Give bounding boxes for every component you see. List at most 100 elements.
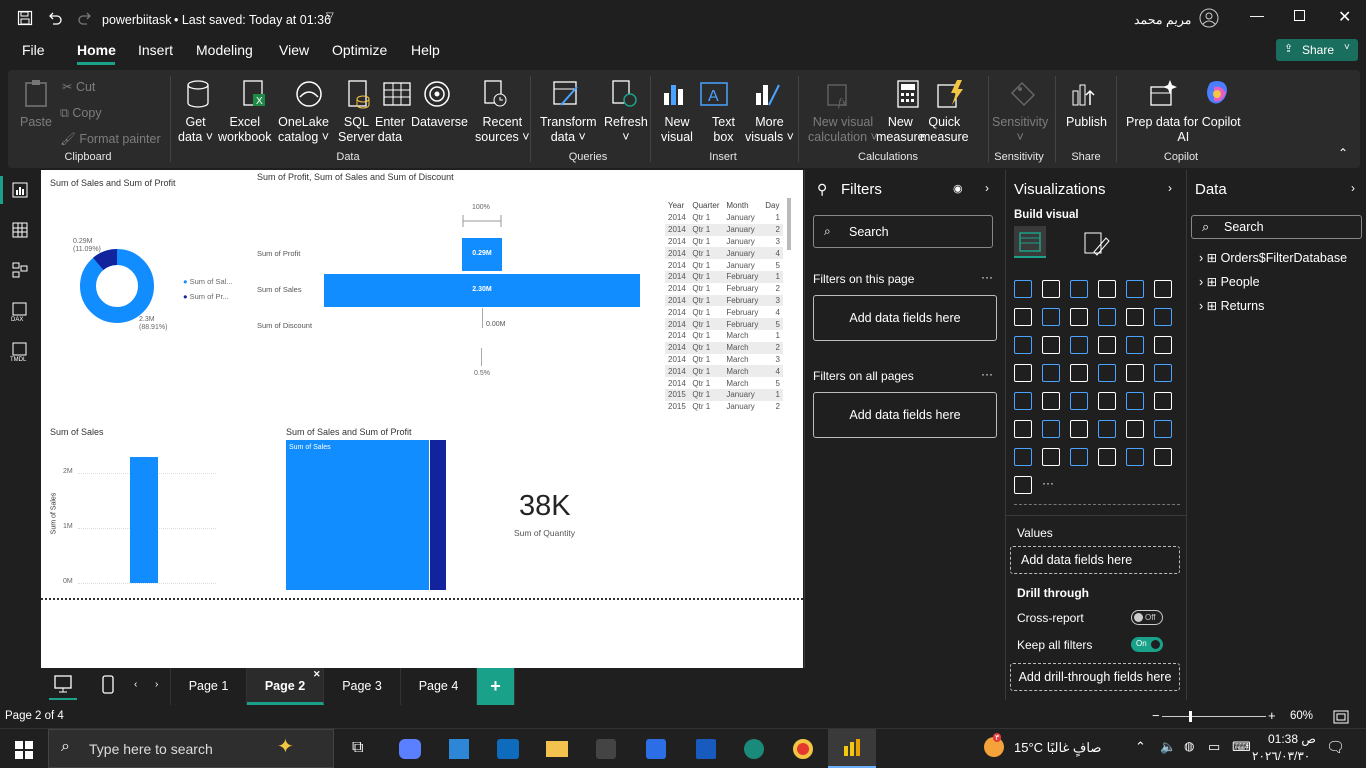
visual-type-icon[interactable] xyxy=(1070,280,1088,298)
avatar[interactable] xyxy=(1199,8,1219,28)
desktop-layout-button[interactable] xyxy=(49,673,77,700)
model-view-icon[interactable] xyxy=(12,262,28,278)
visual-type-icon[interactable] xyxy=(1070,420,1088,438)
visual-type-icon[interactable] xyxy=(1098,308,1116,326)
paste-button[interactable]: Paste xyxy=(20,115,52,130)
expand-chevron-icon[interactable]: › xyxy=(1199,299,1207,313)
menu-optimize[interactable]: Optimize xyxy=(332,42,387,58)
keep-filters-toggle[interactable]: On xyxy=(1131,637,1163,652)
visual-type-icon[interactable] xyxy=(1042,448,1060,466)
new-visual-calculation-button[interactable]: New visual calculation ˅ xyxy=(808,115,878,145)
visual-type-icon[interactable] xyxy=(1042,280,1060,298)
onelake-catalog-button[interactable]: OneLake catalog ˅ xyxy=(278,115,329,145)
all-pages-filter-drop-zone[interactable]: Add data fields here xyxy=(813,392,997,438)
share-button[interactable]: ⇪ Share ˅ xyxy=(1276,39,1358,61)
file-explorer-icon[interactable] xyxy=(546,741,568,757)
data-table-item[interactable]: › ⊞ Returns xyxy=(1199,298,1264,313)
visual-type-icon[interactable] xyxy=(1126,420,1144,438)
report-canvas[interactable]: Sum of Sales and Sum of Profit 0.29M (11… xyxy=(41,170,803,668)
values-drop-zone[interactable]: Add data fields here xyxy=(1010,546,1180,574)
visual-type-icon[interactable] xyxy=(1154,336,1172,354)
table-row[interactable]: 2014 Qtr 1 January 2 xyxy=(665,223,783,236)
table-scrollbar[interactable] xyxy=(787,198,791,250)
transform-data-button[interactable]: Transform data ˅ xyxy=(540,115,597,145)
visual-type-icon[interactable] xyxy=(1014,392,1032,410)
table-row[interactable]: 2015 Qtr 1 January 1 xyxy=(665,388,783,401)
copilot-app-icon[interactable] xyxy=(399,739,421,759)
data-table-item[interactable]: › ⊞ Orders$FilterDatabase xyxy=(1199,250,1347,265)
visual-type-icon[interactable] xyxy=(1098,336,1116,354)
task-view-icon[interactable]: ⧉ xyxy=(352,739,363,757)
table-header-cell[interactable]: Quarter xyxy=(689,198,723,212)
treemap-tile-sales[interactable]: Sum of Sales xyxy=(286,440,429,590)
visual-type-icon[interactable] xyxy=(1154,448,1172,466)
visual-type-icon[interactable] xyxy=(1126,392,1144,410)
windows-start-icon[interactable] xyxy=(15,741,33,759)
language-icon[interactable]: ⌨ xyxy=(1232,739,1251,755)
table-row[interactable]: 2014 Qtr 1 March 4 xyxy=(665,365,783,378)
menu-modeling[interactable]: Modeling xyxy=(196,42,253,58)
zoom-slider-thumb[interactable] xyxy=(1189,711,1192,722)
data-search-input[interactable]: ⌕ Search xyxy=(1191,215,1362,239)
visual-type-icon[interactable] xyxy=(1070,392,1088,410)
get-data-button[interactable]: Get data ˅ xyxy=(178,115,213,145)
visual-type-icon[interactable] xyxy=(1126,364,1144,382)
powerbi-app-button[interactable] xyxy=(828,729,876,768)
table-header-cell[interactable]: Month xyxy=(723,198,762,212)
prev-page-icon[interactable]: ‹ xyxy=(134,679,137,690)
visual-type-icon[interactable] xyxy=(1042,308,1060,326)
taskbar-search-box[interactable]: ⌕ Type here to search ✦ xyxy=(48,729,334,768)
menu-view[interactable]: View xyxy=(279,42,309,58)
expand-chevron-icon[interactable]: › xyxy=(1199,251,1207,265)
menu-insert[interactable]: Insert xyxy=(138,42,173,58)
visual-type-icon[interactable] xyxy=(1098,448,1116,466)
refresh-button[interactable]: Refresh ˅ xyxy=(604,115,648,145)
edge-app-icon[interactable] xyxy=(744,739,764,759)
visual-type-icon[interactable] xyxy=(1126,280,1144,298)
format-painter-button[interactable]: 🖌 Format painter xyxy=(60,132,161,147)
zoom-slider[interactable] xyxy=(1162,716,1266,717)
publish-button[interactable]: Publish xyxy=(1066,115,1107,130)
visual-type-icon[interactable] xyxy=(1014,448,1032,466)
prep-data-copilot-button[interactable]: Prep data for Copilot AI xyxy=(1126,115,1241,145)
data-table-item[interactable]: › ⊞ People xyxy=(1199,274,1260,289)
page-tab-3[interactable]: Page 3 xyxy=(324,668,401,705)
table-header-cell[interactable]: Year xyxy=(665,198,689,212)
page-tab-1[interactable]: Page 1 xyxy=(170,668,247,705)
donut-chart[interactable] xyxy=(77,246,157,326)
visual-type-icon[interactable] xyxy=(1014,280,1032,298)
visual-type-icon[interactable] xyxy=(1014,364,1032,382)
save-icon[interactable] xyxy=(17,10,33,26)
table-row[interactable]: 2014 Qtr 1 January 3 xyxy=(665,236,783,248)
speaker-icon[interactable]: 🔈 xyxy=(1160,739,1176,755)
table-row[interactable]: 2014 Qtr 1 February 5 xyxy=(665,318,783,330)
maximize-button[interactable] xyxy=(1294,10,1305,21)
notifications-icon[interactable]: 🗨 xyxy=(1326,738,1345,756)
visual-type-icon[interactable]: ··· xyxy=(1042,476,1060,494)
table-row[interactable]: 2014 Qtr 1 February 4 xyxy=(665,306,783,318)
table-row[interactable]: 2014 Qtr 1 January 1 xyxy=(665,212,783,224)
new-visual-button[interactable]: New visual xyxy=(661,115,693,145)
visual-type-icon[interactable] xyxy=(1042,336,1060,354)
table-row[interactable]: 2014 Qtr 1 March 1 xyxy=(665,330,783,342)
table-row[interactable]: 2014 Qtr 1 March 3 xyxy=(665,354,783,366)
page-tab-2[interactable]: Page 2 ✕ xyxy=(247,668,324,705)
table-view-icon[interactable] xyxy=(12,222,28,238)
teams-app-icon[interactable] xyxy=(646,739,666,759)
dax-query-view-icon[interactable]: DAX xyxy=(10,302,30,322)
add-page-button[interactable]: + xyxy=(477,668,515,705)
chrome-app-icon[interactable] xyxy=(793,739,813,759)
new-measure-button[interactable]: New measure xyxy=(876,115,925,145)
sensitivity-button[interactable]: Sensitivity ˅ xyxy=(992,115,1048,145)
cut-button[interactable]: ✂ Cut xyxy=(62,80,95,95)
network-icon[interactable]: ◍ xyxy=(1184,739,1194,753)
recent-sources-button[interactable]: Recent sources ˅ xyxy=(475,115,530,145)
search-app-icon[interactable] xyxy=(596,739,616,759)
zoom-out-icon[interactable]: − xyxy=(1152,708,1160,723)
table-header-cell[interactable]: Day xyxy=(762,198,783,212)
legend-item-sales[interactable]: ● Sum of Sal... xyxy=(183,274,233,289)
table-row[interactable]: 2014 Qtr 1 January 5 xyxy=(665,259,783,271)
more-options-icon[interactable]: ··· xyxy=(981,270,993,284)
visual-type-icon[interactable] xyxy=(1014,476,1032,494)
table-row[interactable]: 2014 Qtr 1 February 1 xyxy=(665,270,783,283)
